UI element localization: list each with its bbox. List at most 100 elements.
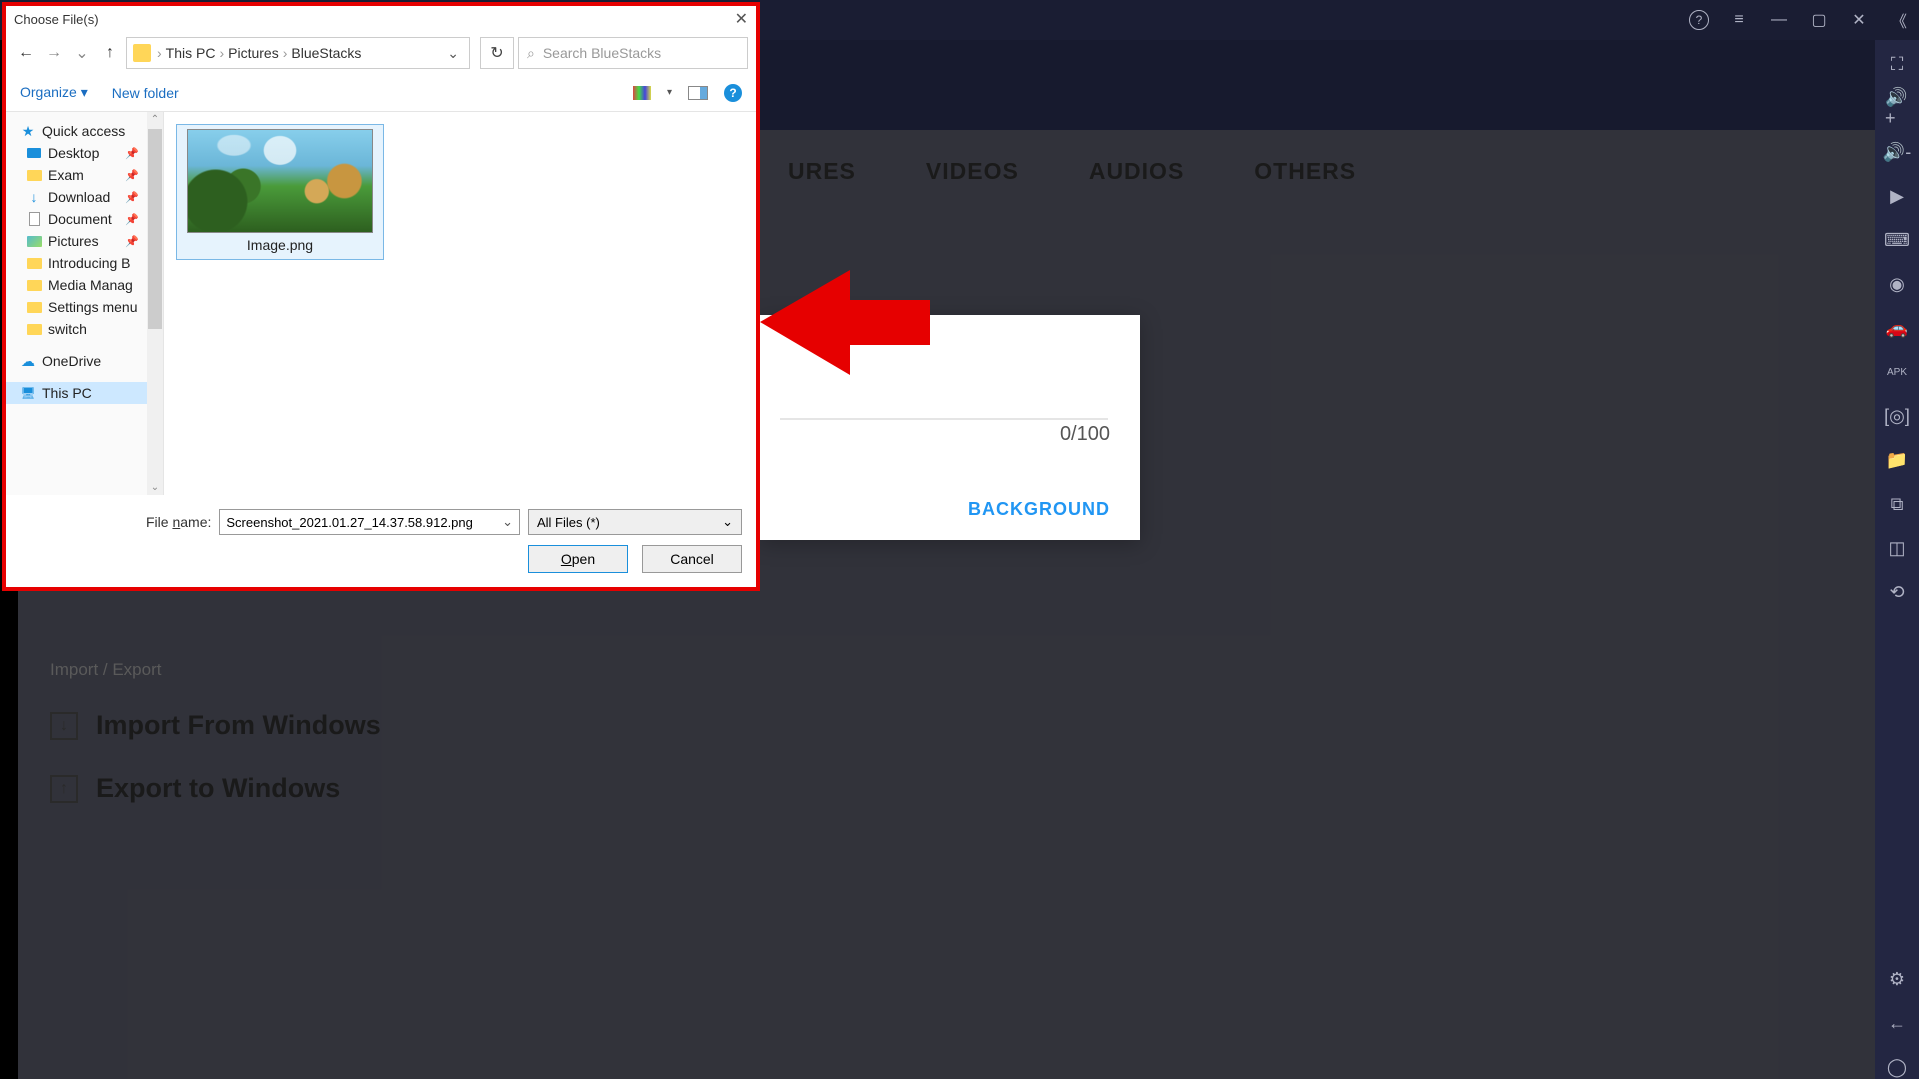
tree-quick-access[interactable]: ★Quick access — [6, 120, 163, 142]
import-label: Import From Windows — [96, 710, 381, 741]
tree-this-pc[interactable]: 🖥This PC — [6, 382, 163, 404]
close-button[interactable]: ✕ — [1849, 10, 1869, 30]
layers-icon[interactable]: ◫ — [1885, 536, 1909, 560]
settings-icon[interactable]: ⚙ — [1885, 967, 1909, 991]
multi-instance-icon[interactable]: ⧉ — [1885, 492, 1909, 516]
screenshot-icon[interactable]: [◎] — [1885, 404, 1909, 428]
file-list: Image.png — [164, 112, 756, 495]
filename-input[interactable]: Screenshot_2021.01.27_14.37.58.912.png ⌄ — [219, 509, 520, 535]
refresh-button[interactable]: ↻ — [480, 37, 514, 69]
nav-back-button[interactable]: ← — [14, 41, 38, 65]
folder-icon — [26, 255, 42, 271]
filter-dropdown-icon: ⌄ — [722, 514, 733, 530]
maximize-button[interactable]: ▢ — [1809, 10, 1829, 30]
filename-value: Screenshot_2021.01.27_14.37.58.912.png — [226, 515, 473, 530]
organize-menu[interactable]: Organize ▾ — [20, 84, 88, 101]
keyboard-icon[interactable]: ⌨ — [1885, 228, 1909, 252]
pictures-icon — [26, 233, 42, 249]
pc-icon: 🖥 — [20, 385, 36, 401]
breadcrumb-sep: › — [283, 45, 288, 61]
scroll-thumb[interactable] — [148, 129, 162, 329]
desktop-icon — [26, 145, 42, 161]
file-item-image[interactable]: Image.png — [176, 124, 384, 260]
tab-pictures-partial[interactable]: URES — [788, 158, 856, 185]
document-icon — [26, 211, 42, 227]
minimize-button[interactable]: — — [1769, 10, 1789, 30]
app-right-sidebar: ⛶ 🔊+ 🔊- ▶ ⌨ ◉ 🚗 APK [◎] 📁 ⧉ ◫ ⟲ ⚙ ← ◯ — [1875, 40, 1919, 1079]
folder-icon — [26, 321, 42, 337]
folder-tree: ★Quick access Desktop📌 Exam📌 ↓Download📌 … — [6, 112, 164, 495]
tree-document[interactable]: Document📌 — [6, 208, 163, 230]
tree-switch[interactable]: switch — [6, 318, 163, 340]
help-icon[interactable]: ? — [1689, 10, 1709, 30]
preview-pane-button[interactable] — [688, 86, 708, 100]
folder-icon — [26, 299, 42, 315]
apk-icon[interactable]: APK — [1885, 360, 1909, 384]
search-placeholder: Search BlueStacks — [543, 45, 661, 61]
menu-icon[interactable]: ≡ — [1729, 10, 1749, 30]
import-export-section: Import / Export ↓ Import From Windows ↑ … — [50, 660, 381, 836]
filter-value: All Files (*) — [537, 515, 600, 530]
tree-desktop[interactable]: Desktop📌 — [6, 142, 163, 164]
tree-download[interactable]: ↓Download📌 — [6, 186, 163, 208]
scroll-up-icon[interactable]: ⌃ — [149, 112, 161, 127]
breadcrumb[interactable]: › This PC › Pictures › BlueStacks ⌄ — [126, 37, 470, 69]
home-icon[interactable]: ◯ — [1885, 1055, 1909, 1079]
open-button[interactable]: Open — [528, 545, 628, 573]
tree-exam[interactable]: Exam📌 — [6, 164, 163, 186]
tree-scrollbar[interactable]: ⌃ ⌄ — [147, 112, 163, 495]
tab-videos[interactable]: VIDEOS — [926, 158, 1019, 185]
dialog-title: Choose File(s) — [14, 12, 99, 27]
folder-icon — [26, 167, 42, 183]
download-icon: ↓ — [26, 189, 42, 205]
filename-dropdown-icon[interactable]: ⌄ — [502, 514, 513, 530]
play-icon[interactable]: ▶ — [1885, 184, 1909, 208]
rotate-icon[interactable]: ⟲ — [1885, 580, 1909, 604]
game-icon[interactable]: 🚗 — [1885, 316, 1909, 340]
breadcrumb-dropdown[interactable]: ⌄ — [441, 45, 465, 62]
folder-icon[interactable]: 📁 — [1885, 448, 1909, 472]
record-icon[interactable]: ◉ — [1885, 272, 1909, 296]
folder-icon — [26, 277, 42, 293]
star-icon: ★ — [20, 123, 36, 139]
nav-recent-dropdown[interactable]: ⌄ — [70, 41, 94, 65]
import-from-windows[interactable]: ↓ Import From Windows — [50, 710, 381, 741]
tab-audios[interactable]: AUDIOS — [1089, 158, 1184, 185]
dialog-nav-bar: ← → ⌄ ↑ › This PC › Pictures › BlueStack… — [6, 32, 756, 74]
tab-others[interactable]: OTHERS — [1254, 158, 1356, 185]
tree-onedrive[interactable]: ☁OneDrive — [6, 350, 163, 372]
import-icon: ↓ — [50, 712, 78, 740]
folder-icon — [133, 44, 151, 62]
view-dropdown[interactable]: ▾ — [667, 87, 672, 98]
view-mode-button[interactable] — [633, 86, 651, 100]
breadcrumb-pictures[interactable]: Pictures — [228, 45, 279, 61]
file-type-filter[interactable]: All Files (*) ⌄ — [528, 509, 742, 535]
export-label: Export to Windows — [96, 773, 340, 804]
new-folder-button[interactable]: New folder — [112, 85, 179, 101]
export-to-windows[interactable]: ↑ Export to Windows — [50, 773, 381, 804]
fullscreen-icon[interactable]: ⛶ — [1885, 52, 1909, 76]
breadcrumb-root[interactable]: This PC — [166, 45, 216, 61]
breadcrumb-sep: › — [219, 45, 224, 61]
dialog-titlebar: Choose File(s) ✕ — [6, 6, 756, 32]
volume-down-icon[interactable]: 🔊- — [1885, 140, 1909, 164]
dialog-close-button[interactable]: ✕ — [735, 9, 748, 29]
search-input[interactable]: ⌕ Search BlueStacks — [518, 37, 748, 69]
file-thumbnail — [187, 129, 373, 233]
volume-up-icon[interactable]: 🔊+ — [1885, 96, 1909, 120]
background-button[interactable]: BACKGROUND — [968, 499, 1110, 520]
tree-introducing[interactable]: Introducing B — [6, 252, 163, 274]
back-icon[interactable]: ← — [1885, 1011, 1909, 1035]
collapse-sidebar-button[interactable]: 《 — [1889, 10, 1909, 30]
nav-forward-button[interactable]: → — [42, 41, 66, 65]
cancel-button[interactable]: Cancel — [642, 545, 742, 573]
breadcrumb-bluestacks[interactable]: BlueStacks — [291, 45, 361, 61]
help-button[interactable]: ? — [724, 84, 742, 102]
dialog-footer: File name: Screenshot_2021.01.27_14.37.5… — [6, 495, 756, 587]
tree-settings-menu[interactable]: Settings menu — [6, 296, 163, 318]
tree-media-manager[interactable]: Media Manag — [6, 274, 163, 296]
tree-pictures[interactable]: Pictures📌 — [6, 230, 163, 252]
nav-up-button[interactable]: ↑ — [98, 41, 122, 65]
scroll-down-icon[interactable]: ⌄ — [149, 480, 161, 495]
selection-count: 0/100 — [1060, 423, 1110, 446]
